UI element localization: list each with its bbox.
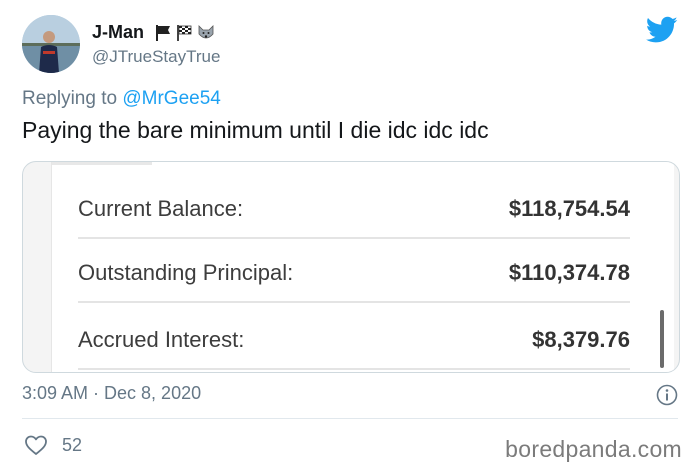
avatar-photo: [22, 15, 80, 73]
wolf-face-icon: [198, 24, 214, 38]
watermark: boredpanda.com: [505, 436, 682, 462]
tweet-card: J-Man @JTrueStayTrue Replying to @MrGee5…: [0, 0, 700, 473]
balance-row-current: Current Balance: $118,754.54: [78, 196, 630, 236]
balance-row-interest: Accrued Interest: $8,379.76: [78, 327, 630, 367]
like-count: 52: [62, 434, 83, 455]
replying-to-prefix: Replying to: [22, 88, 118, 109]
tweet-timestamp[interactable]: 3:09 AM · Dec 8, 2020: [22, 383, 201, 404]
like-button[interactable]: 52: [24, 434, 82, 456]
name-emojis: [154, 24, 216, 42]
mention-link[interactable]: @MrGee54: [122, 88, 221, 109]
black-flag-icon: [156, 24, 171, 41]
row-divider: [78, 368, 630, 370]
panel-top-edge: [52, 162, 152, 165]
accrued-interest-label: Accrued Interest:: [78, 327, 245, 352]
user-handle[interactable]: @JTrueStayTrue: [92, 47, 220, 67]
tweet-text: Paying the bare minimum until I die idc …: [22, 117, 489, 143]
twitter-bird-icon[interactable]: [646, 16, 678, 44]
balance-row-principal: Outstanding Principal: $110,374.78: [78, 260, 630, 300]
scrollbar-thumb[interactable]: [660, 310, 664, 368]
footer-divider: [22, 418, 678, 419]
outstanding-principal-label: Outstanding Principal:: [78, 260, 294, 285]
screenshot-panel: Current Balance: $118,754.54 Outstanding…: [51, 162, 674, 372]
display-name[interactable]: J-Man: [92, 22, 216, 43]
accrued-interest-value: $8,379.76: [532, 327, 630, 352]
current-balance-value: $118,754.54: [508, 196, 630, 221]
row-divider: [78, 237, 630, 239]
row-divider: [78, 301, 630, 303]
info-icon[interactable]: [656, 384, 678, 406]
outstanding-principal-value: $110,374.78: [508, 260, 630, 285]
heart-icon: [25, 435, 47, 455]
display-name-text: J-Man: [92, 22, 145, 42]
replying-to: Replying to @MrGee54: [22, 88, 221, 110]
media-image[interactable]: Current Balance: $118,754.54 Outstanding…: [22, 161, 680, 373]
current-balance-label: Current Balance:: [78, 196, 244, 221]
avatar[interactable]: [22, 15, 80, 73]
checkered-flag-icon: [177, 24, 192, 41]
